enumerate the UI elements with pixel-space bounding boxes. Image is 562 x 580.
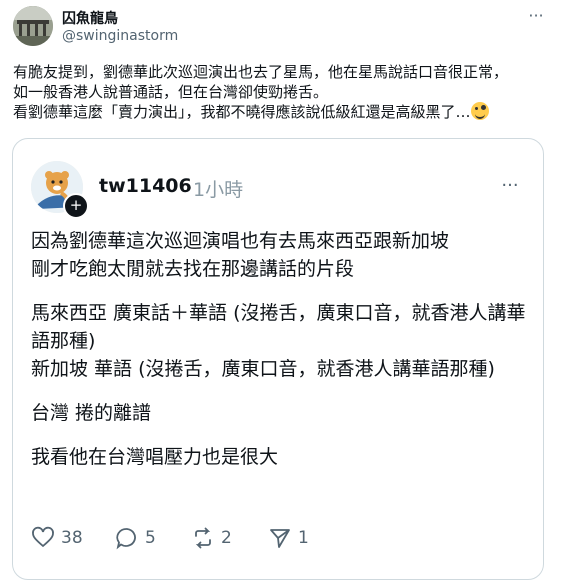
more-options-button[interactable]: ··· — [524, 6, 548, 26]
tweet-line-text: 看劉德華這麼「賣力演出」，我都不曉得應該說低級紅還是高級黑了… — [13, 103, 471, 121]
quoted-more-button[interactable]: ··· — [497, 177, 523, 195]
quoted-username[interactable]: tw11406 — [99, 175, 192, 197]
repost-icon — [195, 527, 211, 549]
repost-button[interactable]: 2 — [191, 523, 232, 553]
quoted-paragraph: 因為劉德華這次巡迴演唱也有去馬來西亞跟新加坡 — [31, 230, 450, 252]
like-count: 38 — [61, 528, 83, 548]
quoted-paragraph: 剛才吃飽太閒就去找在那邊講話的片段 — [31, 258, 355, 280]
repost-count: 2 — [221, 528, 232, 548]
tweet-line: 有脆友提到，劉德華此次巡迴演出也去了星馬，他在星馬說話口音很正常， — [13, 63, 509, 81]
quoted-paragraph: 馬來西亞 廣東話＋華語 (沒捲舌，廣東口音，就香港人講華語那種) — [31, 302, 526, 352]
follow-plus-button[interactable]: + — [63, 193, 89, 219]
send-icon — [270, 529, 290, 548]
quoted-timestamp[interactable]: 1小時 — [193, 175, 243, 202]
share-button[interactable]: 1 — [268, 523, 309, 553]
zany-face-icon — [470, 102, 489, 120]
quoted-paragraph: 台灣 捲的離譜 — [31, 402, 152, 424]
heart-icon — [32, 526, 54, 548]
tweet-line: 如一般香港人說普通話，但在台灣卻使勁捲舌。 — [13, 83, 329, 101]
quoted-paragraph: 新加坡 華語 (沒捲舌，廣東口音，就香港人講華語那種) — [31, 358, 495, 380]
quoted-paragraph: 我看他在台灣唱壓力也是很大 — [31, 446, 279, 468]
share-count: 1 — [298, 528, 309, 548]
author-avatar[interactable] — [13, 6, 53, 46]
like-button[interactable]: 38 — [31, 523, 83, 553]
reply-button[interactable]: 5 — [115, 523, 156, 553]
tweet-body: 有脆友提到，劉德華此次巡迴演出也去了星馬，他在星馬說話口音很正常， 如一般香港人… — [13, 62, 558, 122]
tweet-line: 看劉德華這麼「賣力演出」，我都不曉得應該說低級紅還是高級黑了… — [13, 102, 558, 122]
author-handle[interactable]: @swinginastorm — [62, 28, 178, 44]
author-name[interactable]: 囚魚龍鳥 — [62, 8, 118, 28]
quoted-post-card[interactable]: + tw11406 1小時 ··· 因為劉德華這次巡迴演唱也有去馬來西亞跟新加坡… — [12, 138, 544, 580]
quoted-body: 因為劉德華這次巡迴演唱也有去馬來西亞跟新加坡 剛才吃飽太閒就去找在那邊講話的片段… — [31, 227, 536, 471]
reply-count: 5 — [145, 528, 156, 548]
comment-icon — [116, 528, 136, 550]
